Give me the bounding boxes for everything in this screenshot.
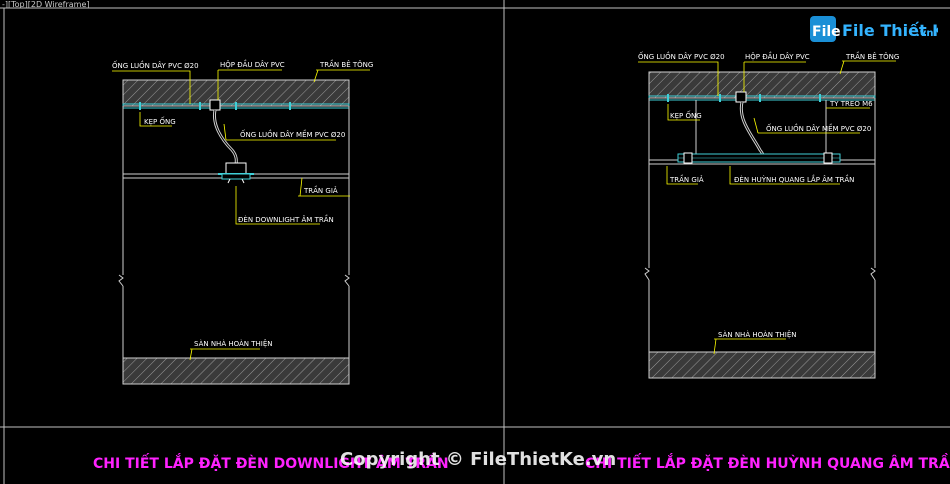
left-floor-slab	[122, 357, 350, 385]
right-label-flexible-conduit: ỐNG LUỒN DÂY MỀM PVC Ø20	[766, 123, 871, 133]
cad-drawing[interactable]: ỐNG LUỒN DÂY PVC Ø20 HỘP ĐẦU DÂY PVC TRẦ…	[0, 0, 950, 484]
right-label-junction-box: HỘP ĐẦU DÂY PVC	[745, 51, 810, 61]
filethietke-logo: File File Thiết Kế .vn	[810, 16, 938, 42]
left-label-conduit-pvc: ỐNG LUỒN DÂY PVC Ø20	[112, 60, 199, 70]
right-label-finished-floor: SÀN NHÀ HOÀN THIỆN	[718, 330, 797, 339]
right-floor-slab	[648, 351, 876, 379]
left-label-pipe-clamp: KẸP ỐNG	[144, 116, 176, 126]
left-label-concrete-ceiling: TRẦN BÊ TÔNG	[319, 59, 373, 69]
right-detail-title: CHI TIẾT LẮP ĐẶT ĐÈN HUỲNH QUANG ÂM TRẦN	[585, 453, 950, 472]
left-leaders	[112, 69, 370, 361]
copyright-watermark: Copyright © FileThietKe.vn	[340, 449, 616, 470]
right-label-threaded-rod: TY TREO M6	[829, 100, 873, 108]
right-label-pipe-clamp: KẸP ỐNG	[670, 110, 702, 120]
right-detail: ỐNG LUỒN DÂY PVC Ø20 HỘP ĐẦU DÂY PVC TRẦ…	[585, 51, 950, 472]
svg-text:File: File	[812, 24, 841, 40]
right-label-fluorescent: ĐÈN HUỲNH QUANG LẮP ÂM TRẦN	[734, 174, 854, 184]
right-junction-box	[735, 91, 747, 103]
right-fluorescent-fixture	[677, 152, 841, 164]
right-label-false-ceiling: TRẦN GIẢ	[669, 174, 704, 184]
logo-suffix: .vn	[916, 28, 933, 39]
left-label-finished-floor: SÀN NHÀ HOÀN THIỆN	[194, 339, 273, 348]
left-detail: ỐNG LUỒN DÂY PVC Ø20 HỘP ĐẦU DÂY PVC TRẦ…	[93, 59, 449, 472]
left-label-downlight: ĐÈN DOWNLIGHT ÂM TRẦN	[238, 214, 334, 224]
left-downlight-fixture	[218, 162, 254, 184]
right-concrete-slab	[648, 71, 876, 99]
right-label-conduit-pvc: ỐNG LUỒN DÂY PVC Ø20	[638, 51, 725, 61]
left-junction-box	[209, 99, 221, 111]
left-label-junction-box: HỘP ĐẦU DÂY PVC	[220, 59, 285, 69]
left-label-false-ceiling: TRẦN GIẢ	[303, 185, 338, 195]
left-label-flexible-conduit: ỐNG LUỒN DÂY MỀM PVC Ø20	[240, 129, 345, 139]
right-label-concrete-ceiling: TRẦN BÊ TÔNG	[845, 51, 899, 61]
